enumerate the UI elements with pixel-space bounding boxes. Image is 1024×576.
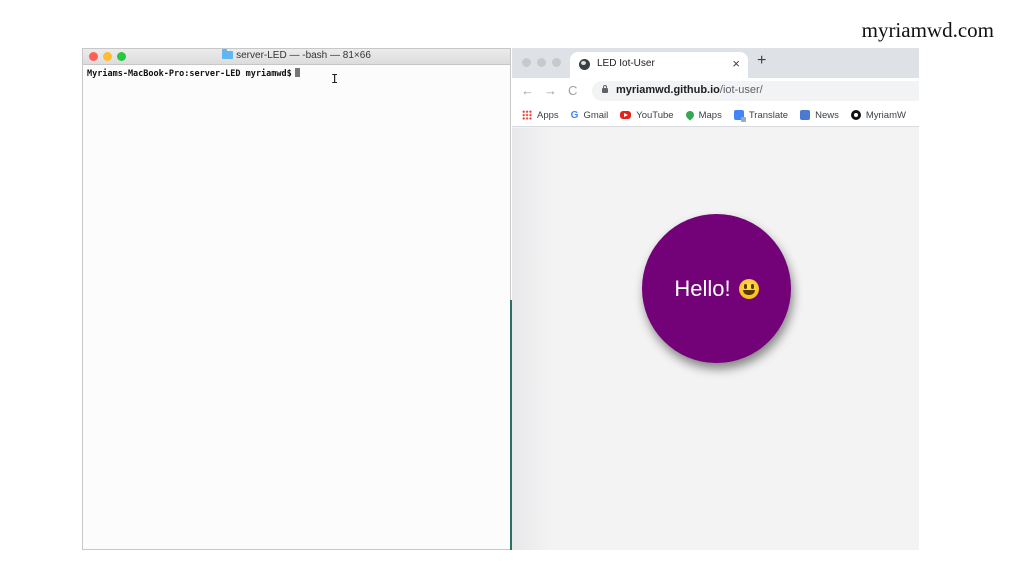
terminal-window[interactable]: server-LED — -bash — 81×66 Myriams-MacBo…	[82, 48, 511, 550]
gmail-icon: G	[570, 109, 579, 121]
tab-title: LED Iot-User	[597, 58, 655, 69]
bookmark-translate[interactable]: Translate	[733, 109, 789, 122]
terminal-content[interactable]: Myriams-MacBook-Pro:server-LED myriamwd$	[83, 65, 510, 82]
address-bar[interactable]: myriamwd.github.io/iot-user/	[592, 81, 919, 101]
bookmark-gmail[interactable]: G Gmail	[571, 110, 609, 121]
smiley-emoji-icon	[738, 278, 759, 299]
tab-close-icon[interactable]: ×	[732, 56, 740, 71]
page-content: Hello!	[512, 128, 919, 550]
translate-icon	[733, 110, 746, 122]
bookmark-youtube[interactable]: YouTube	[620, 109, 674, 121]
browser-close-button[interactable]	[522, 58, 531, 67]
url-path: /iot-user/	[719, 84, 763, 96]
bookmark-github[interactable]: MyriamW	[850, 109, 906, 121]
news-icon	[800, 110, 811, 120]
lock-icon[interactable]	[602, 85, 608, 93]
bookmark-label: News	[815, 109, 839, 121]
browser-window[interactable]: LED Iot-User × + ← → C myriamwd.github.i…	[512, 48, 919, 550]
hello-text: Hello!	[674, 275, 731, 301]
content-shadow	[512, 128, 552, 550]
text-cursor	[294, 68, 300, 77]
bookmark-label: Translate	[748, 109, 789, 121]
globe-icon	[579, 59, 590, 70]
bookmark-label: Gmail	[583, 109, 609, 121]
tab-led-iot-user[interactable]: LED Iot-User ×	[570, 52, 748, 78]
browser-zoom-button[interactable]	[552, 58, 561, 67]
hello-button[interactable]: Hello!	[642, 214, 791, 363]
bookmark-label: MyriamW	[865, 109, 906, 121]
bookmark-apps[interactable]: Apps	[522, 110, 559, 121]
new-tab-button[interactable]: +	[757, 52, 766, 70]
url-text[interactable]: myriamwd.github.io/iot-user/	[616, 84, 763, 96]
terminal-title: server-LED — -bash — 81×66	[83, 49, 510, 61]
bookmarks-bar: Apps G Gmail YouTube Maps Translate News …	[512, 104, 919, 127]
back-button[interactable]: ←	[521, 83, 534, 98]
forward-button[interactable]: →	[544, 83, 557, 98]
watermark: myriamwd.com	[861, 18, 994, 42]
youtube-icon	[620, 111, 632, 119]
browser-toolbar: ← → C myriamwd.github.io/iot-user/	[512, 78, 919, 104]
apps-icon	[522, 110, 532, 120]
url-domain: myriamwd.github.io	[616, 84, 720, 96]
bookmark-label: Apps	[537, 109, 559, 121]
ibeam-cursor-icon: I	[331, 72, 339, 86]
bookmark-label: Maps	[698, 109, 722, 121]
github-icon	[850, 110, 861, 120]
tab-strip: LED Iot-User × +	[512, 48, 919, 78]
shell-prompt: Myriams-MacBook-Pro:server-LED myriamwd$	[87, 69, 292, 79]
bookmark-maps[interactable]: Maps	[683, 109, 722, 121]
terminal-title-text: server-LED — -bash — 81×66	[236, 50, 371, 61]
maps-icon	[683, 109, 696, 121]
browser-minimize-button[interactable]	[537, 58, 546, 67]
bookmark-news[interactable]: News	[800, 110, 839, 121]
folder-icon	[222, 49, 234, 59]
reload-button[interactable]: C	[568, 83, 577, 98]
bookmark-label: YouTube	[636, 109, 674, 121]
terminal-titlebar[interactable]: server-LED — -bash — 81×66	[83, 49, 510, 65]
